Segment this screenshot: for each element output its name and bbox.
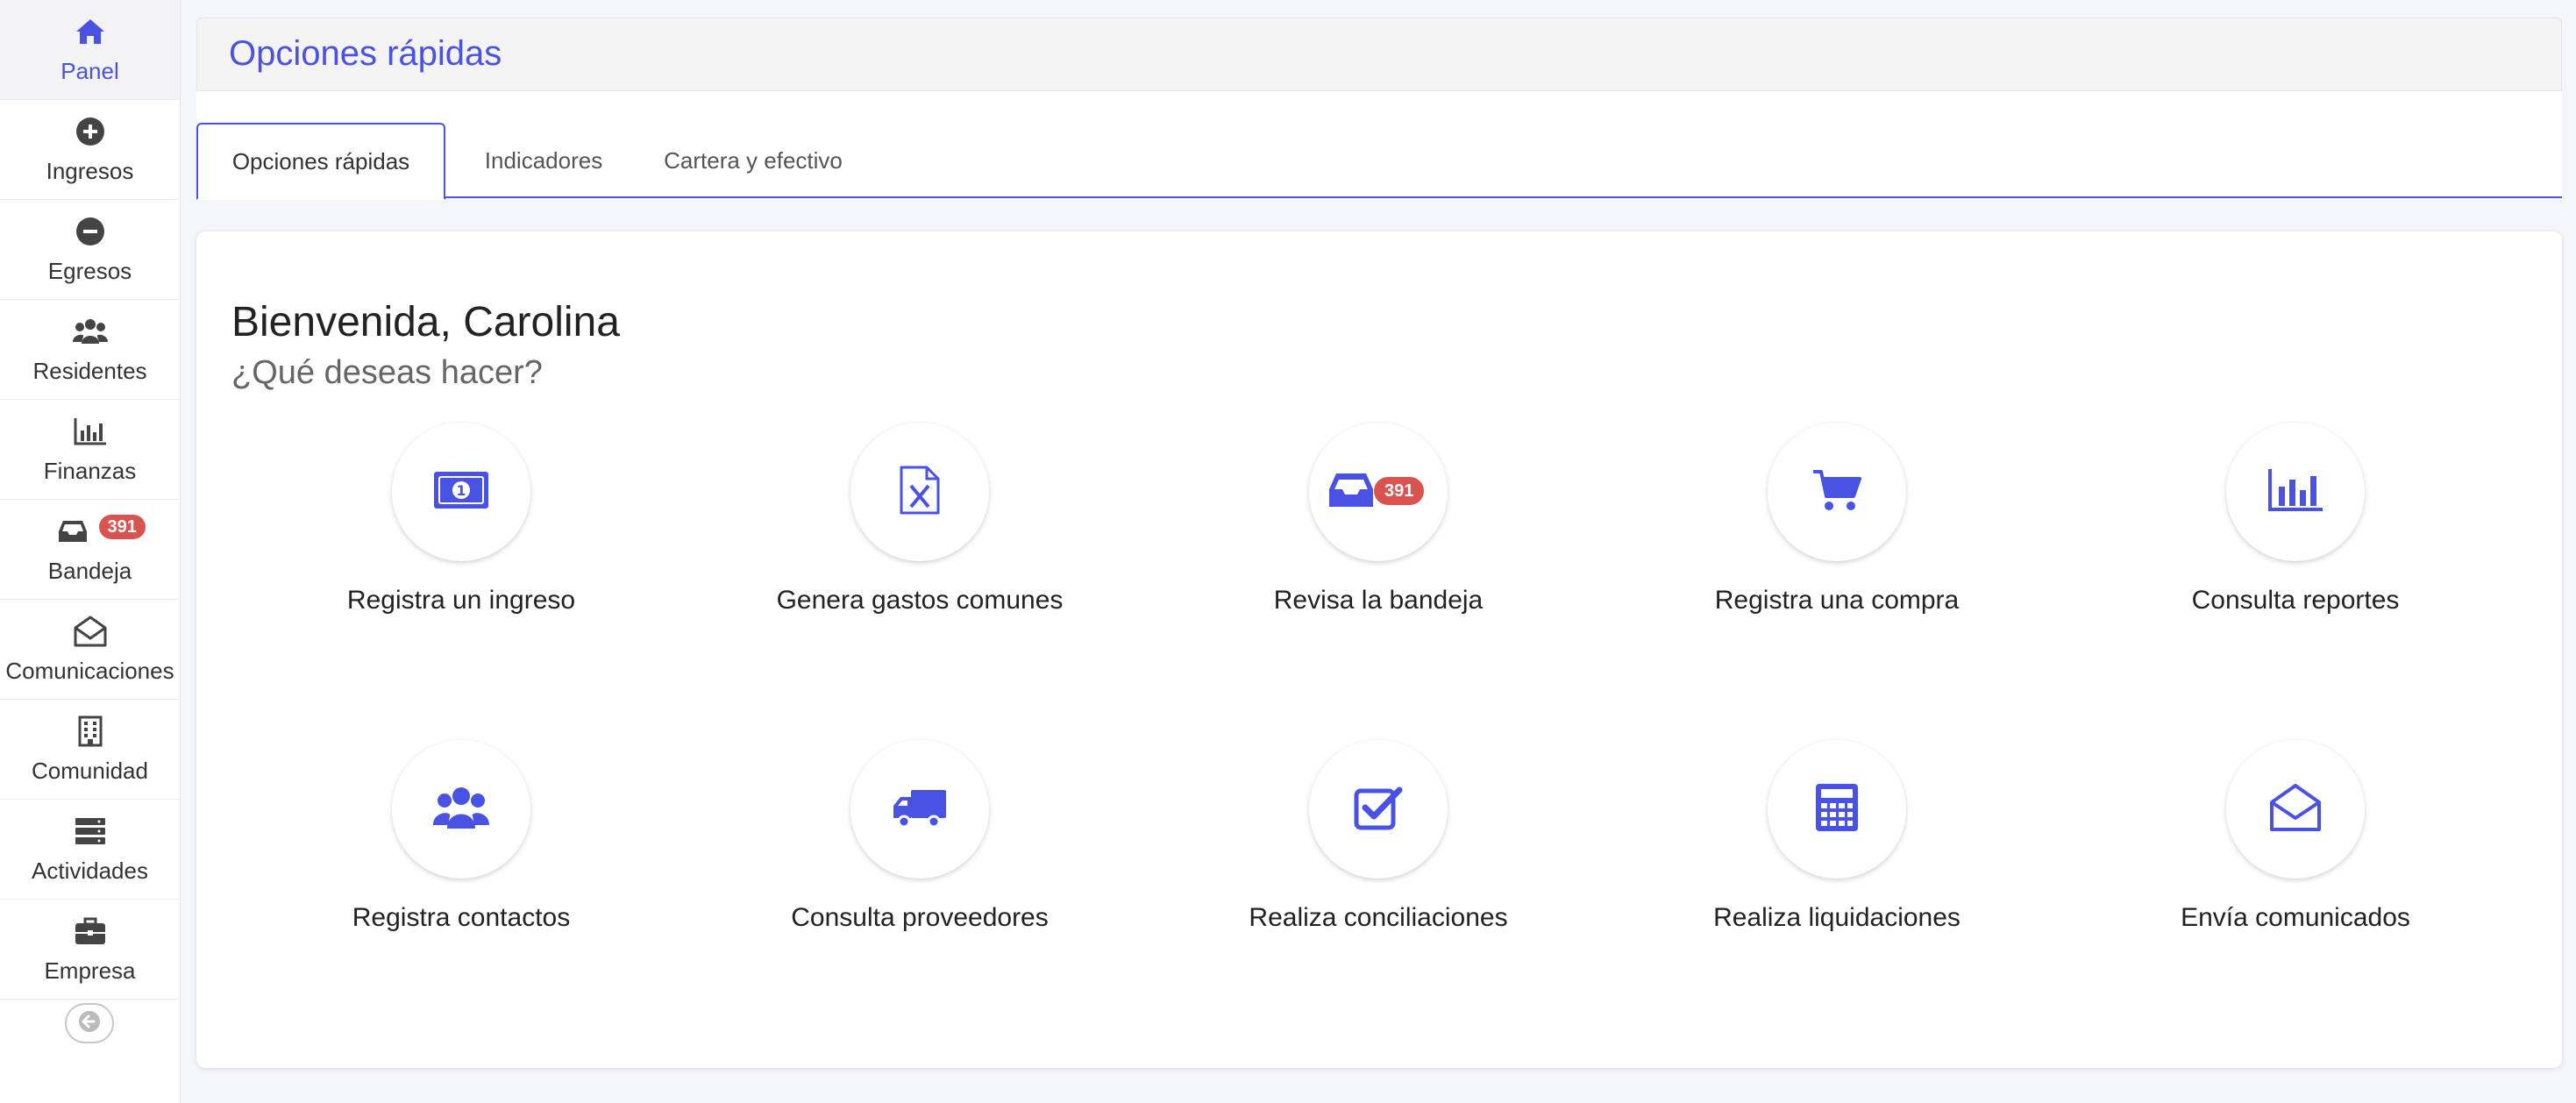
action-consulta-reportes[interactable]: Consulta reportes: [2120, 423, 2471, 616]
sidebar-item-label: Empresa: [44, 957, 136, 984]
sidebar-item-empresa[interactable]: Empresa: [0, 900, 180, 1000]
action-consulta-proveedores[interactable]: Consulta proveedores: [744, 740, 1095, 933]
sidebar-item-bandeja[interactable]: 391 Bandeja: [0, 500, 180, 600]
excel-file-icon: [899, 465, 941, 520]
action-label: Envía comunicados: [2181, 903, 2410, 932]
bar-chart-icon: [2266, 467, 2324, 517]
page-title: Opciones rápidas: [229, 34, 502, 73]
minus-circle-icon: [73, 214, 108, 249]
bar-chart-icon: [73, 414, 108, 449]
arrow-left-icon: [76, 1010, 103, 1037]
sidebar-item-label: Egresos: [47, 258, 132, 284]
sidebar-item-label: Ingresos: [46, 158, 134, 184]
sidebar-item-residentes[interactable]: Residentes: [0, 300, 180, 400]
truck-icon: [892, 786, 948, 833]
action-realiza-conciliaciones[interactable]: Realiza conciliaciones: [1203, 740, 1554, 933]
sidebar-item-panel[interactable]: Panel: [0, 0, 180, 100]
server-icon: [73, 814, 108, 849]
sidebar-item-comunidad[interactable]: Comunidad: [0, 700, 180, 800]
users-icon: [433, 785, 489, 835]
action-registra-ingreso[interactable]: 1 Registra un ingreso: [286, 423, 637, 616]
action-label: Realiza liquidaciones: [1713, 903, 1960, 932]
briefcase-icon: [73, 914, 108, 949]
sidebar-item-label: Actividades: [32, 857, 148, 884]
welcome-heading: Bienvenida, Carolina: [231, 299, 620, 345]
sidebar-item-label: Panel: [60, 58, 119, 84]
sidebar-item-ingresos[interactable]: Ingresos: [0, 100, 180, 200]
tab-opciones-rapidas[interactable]: Opciones rápidas: [196, 123, 445, 200]
sidebar-item-label: Bandeja: [47, 558, 132, 584]
sidebar-item-label: Comunidad: [32, 758, 148, 784]
action-label: Registra una compra: [1714, 586, 1960, 615]
action-label: Genera gastos comunes: [776, 586, 1064, 615]
inbox-icon: 391: [58, 514, 146, 549]
sidebar-collapse-button[interactable]: [65, 1003, 114, 1043]
action-registra-compra[interactable]: Registra una compra: [1662, 423, 2012, 616]
action-label: Realiza conciliaciones: [1249, 903, 1508, 932]
sidebar-item-label: Residentes: [32, 358, 147, 384]
page-header: Opciones rápidas: [196, 18, 2562, 91]
sidebar-item-label: Comunicaciones: [5, 658, 174, 684]
shopping-cart-icon: [1811, 468, 1862, 516]
action-revisa-bandeja[interactable]: 391 Revisa la bandeja: [1203, 423, 1554, 616]
sidebar: Panel Ingresos Egresos Residentes Finanz…: [0, 0, 181, 1103]
sidebar-item-comunicaciones[interactable]: Comunicaciones: [0, 600, 180, 700]
bandeja-badge: 391: [98, 515, 146, 539]
home-icon: [73, 14, 108, 49]
action-realiza-liquidaciones[interactable]: Realiza liquidaciones: [1662, 740, 2012, 933]
sidebar-item-finanzas[interactable]: Finanzas: [0, 400, 180, 500]
svg-text:1: 1: [456, 482, 466, 499]
sidebar-item-actividades[interactable]: Actividades: [0, 800, 180, 900]
plus-circle-icon: [73, 114, 108, 149]
action-label: Revisa la bandeja: [1273, 586, 1484, 615]
users-icon: [72, 314, 108, 349]
sidebar-item-label: Finanzas: [43, 458, 137, 484]
calculator-icon: [1814, 782, 1860, 837]
action-registra-contactos[interactable]: Registra contactos: [286, 740, 637, 933]
action-label: Registra un ingreso: [346, 586, 576, 615]
quick-options-card: Bienvenida, Carolina ¿Qué deseas hacer? …: [196, 231, 2562, 1068]
money-bill-icon: 1: [433, 471, 489, 514]
action-genera-gastos[interactable]: Genera gastos comunes: [744, 423, 1095, 616]
building-icon: [73, 714, 108, 749]
envelope-open-icon: [2269, 783, 2322, 836]
action-label: Consulta proveedores: [791, 903, 1049, 932]
action-label: Consulta reportes: [2191, 586, 2400, 615]
action-envia-comunicados[interactable]: Envía comunicados: [2120, 740, 2471, 933]
check-square-icon: [1354, 785, 1403, 835]
bandeja-badge: 391: [1374, 477, 1425, 505]
tab-bar: Opciones rápidas Indicadores Cartera y e…: [196, 91, 2562, 200]
tab-indicadores[interactable]: Indicadores: [445, 123, 642, 198]
inbox-icon: [1328, 472, 1374, 513]
envelope-open-icon: [73, 614, 108, 649]
action-label: Registra contactos: [352, 903, 571, 932]
sidebar-item-egresos[interactable]: Egresos: [0, 200, 180, 300]
tab-cartera-efectivo[interactable]: Cartera y efectivo: [642, 123, 865, 198]
welcome-question: ¿Qué deseas hacer?: [231, 354, 543, 391]
